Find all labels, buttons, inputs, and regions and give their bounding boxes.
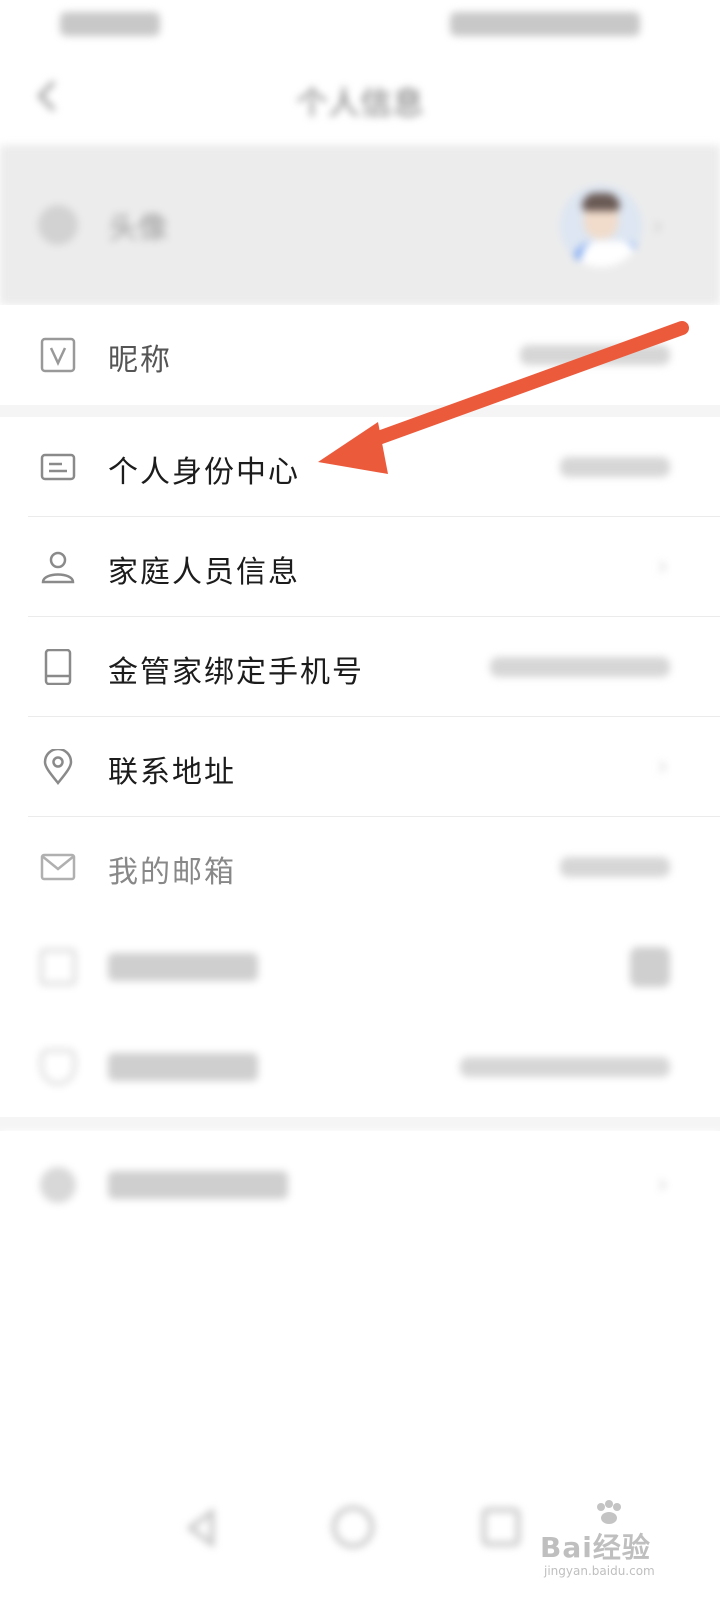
header: 个人信息 <box>0 50 720 145</box>
row-mailbox[interactable]: 我的邮箱 <box>0 817 720 917</box>
mail-icon <box>40 853 76 881</box>
row-value <box>520 345 670 365</box>
section-gap <box>0 405 720 417</box>
row-label: 金管家绑定手机号 <box>108 655 364 690</box>
row-value <box>490 657 670 677</box>
phone-icon <box>44 649 72 685</box>
row-label: 联系地址 <box>108 755 236 790</box>
row-value <box>560 457 670 477</box>
section-gap <box>0 1117 720 1131</box>
row-value <box>560 857 670 877</box>
row-nickname[interactable]: 昵称 <box>0 305 720 405</box>
paw-icon <box>597 1500 621 1524</box>
id-card-icon <box>40 453 76 481</box>
row-label: 家庭人员信息 <box>108 555 300 590</box>
row-identity-center[interactable]: 个人身份中心 <box>0 417 720 517</box>
avatar-row[interactable]: 头像 › <box>0 145 720 305</box>
row-label: 昵称 <box>108 343 172 378</box>
watermark-sub: jingyan.baidu.com <box>544 1564 655 1578</box>
v-badge-icon <box>40 337 76 373</box>
chevron-right-icon: › <box>656 749 668 782</box>
row-value <box>460 1057 670 1077</box>
shield-icon <box>40 1049 76 1085</box>
location-pin-icon <box>43 749 73 785</box>
status-bar <box>0 0 720 50</box>
avatar[interactable] <box>560 185 642 267</box>
nav-home-icon[interactable] <box>332 1506 374 1548</box>
qr-thumb <box>630 947 670 987</box>
page-title: 个人信息 <box>295 84 424 122</box>
watermark: Bai经验 jingyan.baidu.com <box>540 1500 690 1580</box>
status-signal <box>60 12 160 36</box>
circle-icon <box>40 1167 76 1203</box>
qr-icon <box>40 949 76 985</box>
row-risk-assessment[interactable]: › <box>0 1131 720 1241</box>
row-label-placeholder <box>108 953 258 981</box>
chevron-right-icon: › <box>652 209 664 242</box>
row-bound-phone[interactable]: 金管家绑定手机号 <box>0 617 720 717</box>
row-family-info[interactable]: 家庭人员信息 › <box>0 517 720 617</box>
row-security[interactable] <box>0 1017 720 1117</box>
smiley-icon <box>38 205 78 245</box>
row-label-placeholder <box>108 1053 258 1081</box>
chevron-right-icon: › <box>656 1167 668 1200</box>
avatar-label: 头像 <box>108 211 168 246</box>
row-qr-code[interactable] <box>0 917 720 1017</box>
person-icon <box>41 551 75 584</box>
row-label: 个人身份中心 <box>108 455 300 490</box>
row-label-placeholder <box>108 1171 288 1199</box>
chevron-right-icon: › <box>656 549 668 582</box>
nav-back-icon[interactable] <box>180 1506 224 1550</box>
row-label: 我的邮箱 <box>108 855 236 890</box>
row-contact-address[interactable]: 联系地址 › <box>0 717 720 817</box>
watermark-main: Bai经验 <box>540 1531 651 1564</box>
status-battery-time <box>450 12 640 36</box>
nav-recent-icon[interactable] <box>482 1508 520 1546</box>
